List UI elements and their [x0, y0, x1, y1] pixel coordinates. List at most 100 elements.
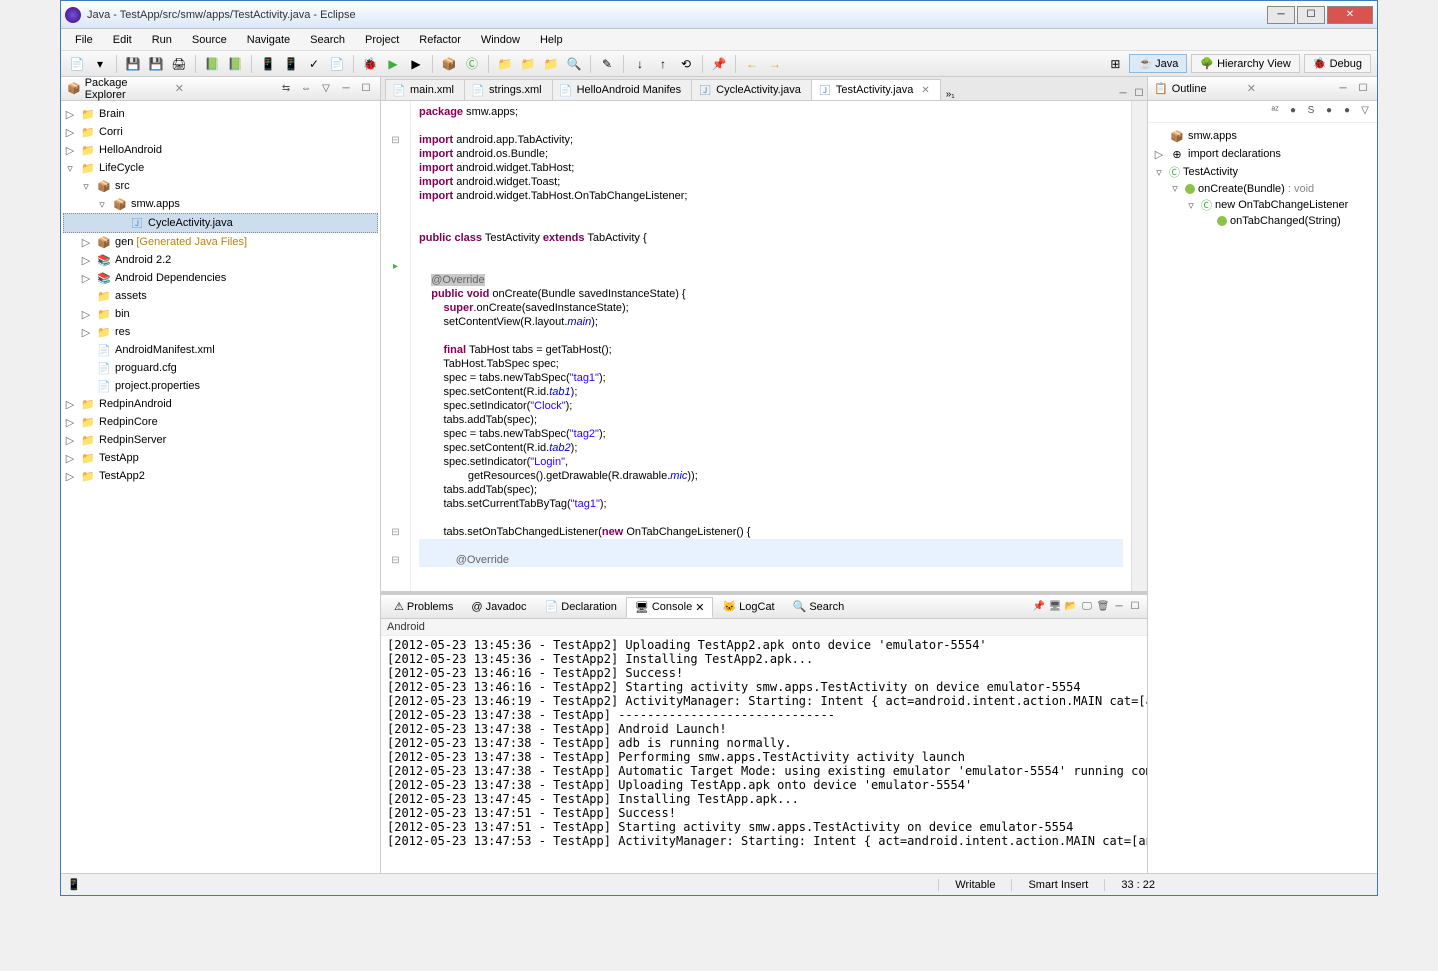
tab-main-xml[interactable]: 📄main.xml [385, 79, 465, 100]
tree-res[interactable]: ▷📁res [63, 323, 378, 341]
tree-redpinandroid[interactable]: ▷📁RedpinAndroid [63, 395, 378, 413]
outline-menu-icon[interactable]: ▽ [1357, 103, 1373, 117]
tab-strings-xml[interactable]: 📄strings.xml [464, 79, 553, 100]
toggle-mark-button[interactable]: ✎ [597, 54, 617, 74]
console-close-icon[interactable]: ✕ [695, 601, 704, 614]
maximize-button[interactable]: ☐ [1297, 6, 1325, 24]
pin-button[interactable]: 📌 [709, 54, 729, 74]
menu-window[interactable]: Window [473, 32, 528, 48]
tab-overflow[interactable]: »₁ [946, 89, 955, 100]
editor-maximize-icon[interactable]: ☐ [1131, 86, 1147, 100]
view-menu-icon[interactable]: ▽ [318, 82, 334, 96]
tree-smwapps[interactable]: ▿📦smw.apps [63, 195, 378, 213]
tree-android22[interactable]: ▷📚Android 2.2 [63, 251, 378, 269]
search-button[interactable]: 🔍 [564, 54, 584, 74]
open-perspective-button[interactable]: ⊞ [1105, 54, 1125, 74]
back-button[interactable]: ← [742, 54, 762, 74]
menu-navigate[interactable]: Navigate [239, 32, 298, 48]
menu-help[interactable]: Help [532, 32, 571, 48]
tab-declaration[interactable]: 📄Declaration [536, 596, 626, 617]
outline-class[interactable]: ▿ⒸTestActivity [1152, 163, 1373, 181]
tree-redpincore[interactable]: ▷📁RedpinCore [63, 413, 378, 431]
editor-scrollbar[interactable] [1131, 101, 1147, 591]
package-tree[interactable]: ▷📁Brain ▷📁Corri ▷📁HelloAndroid ▿📁LifeCyc… [61, 101, 380, 873]
open-resource-button[interactable]: 📁 [541, 54, 561, 74]
tab-search[interactable]: 🔍Search [784, 596, 854, 617]
debug-button[interactable]: 🐞 [360, 54, 380, 74]
close-button[interactable]: ✕ [1327, 6, 1373, 24]
outline-oncreate[interactable]: ▿onCreate(Bundle): void [1152, 181, 1373, 196]
console-display-icon[interactable]: 🖥 [1047, 600, 1063, 614]
build-all-button[interactable]: 📗 [225, 54, 245, 74]
console-clear-icon[interactable]: 🗑 [1095, 600, 1111, 614]
build-button[interactable]: 📗 [202, 54, 222, 74]
new-package-button[interactable]: 📦 [439, 54, 459, 74]
bottom-minimize-icon[interactable]: ─ [1111, 600, 1127, 614]
menu-source[interactable]: Source [184, 32, 235, 48]
menu-run[interactable]: Run [144, 32, 180, 48]
tree-lifecycle[interactable]: ▿📁LifeCycle [63, 159, 378, 177]
new-android-button[interactable]: 📄 [327, 54, 347, 74]
new-class-button[interactable]: Ⓒ [462, 54, 482, 74]
code-editor[interactable]: ⊟ ▸ ⊟ ⊟ package smw.apps; import android… [381, 101, 1147, 591]
tree-bin[interactable]: ▷📁bin [63, 305, 378, 323]
tree-redpinserver[interactable]: ▷📁RedpinServer [63, 431, 378, 449]
outline-ontabchanged[interactable]: onTabChanged(String) [1152, 214, 1373, 228]
tab-cycleactivity[interactable]: 🄹CycleActivity.java [691, 79, 812, 100]
last-edit-button[interactable]: ⟲ [676, 54, 696, 74]
tree-projprop[interactable]: 📄project.properties [63, 377, 378, 395]
tree-manifest[interactable]: 📄AndroidManifest.xml [63, 341, 378, 359]
maximize-view-icon[interactable]: ☐ [358, 82, 374, 96]
open-type-button[interactable]: 📁 [495, 54, 515, 74]
menu-search[interactable]: Search [302, 32, 353, 48]
perspective-debug[interactable]: 🐞Debug [1304, 54, 1371, 73]
new-dropdown[interactable]: ▾ [90, 54, 110, 74]
run-button[interactable]: ▶ [383, 54, 403, 74]
outline-newlistener[interactable]: ▿Ⓒnew OnTabChangeListener [1152, 196, 1373, 214]
link-editor-icon[interactable]: ⇔ [298, 82, 314, 96]
console-open-icon[interactable]: 📂 [1063, 600, 1079, 614]
perspective-java[interactable]: ☕Java [1129, 54, 1187, 73]
run-last-button[interactable]: ▶ [406, 54, 426, 74]
tab-logcat[interactable]: 🐱LogCat [713, 596, 783, 617]
tree-brain[interactable]: ▷📁Brain [63, 105, 378, 123]
outline-maximize-icon[interactable]: ☐ [1355, 82, 1371, 96]
save-all-button[interactable]: 💾 [146, 54, 166, 74]
android-sdk-button[interactable]: 📱 [258, 54, 278, 74]
minimize-view-icon[interactable]: ─ [338, 82, 354, 96]
tab-hello-manifest[interactable]: 📄HelloAndroid Manifes [552, 79, 693, 100]
console-output[interactable]: [2012-05-23 13:45:36 - TestApp2] Uploadi… [381, 636, 1147, 873]
editor-minimize-icon[interactable]: ─ [1115, 86, 1131, 100]
menu-file[interactable]: File [67, 32, 101, 48]
tree-testapp2[interactable]: ▷📁TestApp2 [63, 467, 378, 485]
next-annotation-button[interactable]: ↓ [630, 54, 650, 74]
forward-button[interactable]: → [765, 54, 785, 74]
tree-gen[interactable]: ▷📦gen [Generated Java Files] [63, 233, 378, 251]
outline-imports[interactable]: ▷⊕import declarations [1152, 145, 1373, 163]
tree-assets[interactable]: 📁assets [63, 287, 378, 305]
outline-sort-icon[interactable]: ᵃᶻ [1267, 103, 1283, 117]
tree-corri[interactable]: ▷📁Corri [63, 123, 378, 141]
status-launch-icon[interactable]: 📱 [67, 878, 81, 891]
tree-proguard[interactable]: 📄proguard.cfg [63, 359, 378, 377]
tree-androiddep[interactable]: ▷📚Android Dependencies [63, 269, 378, 287]
tab-problems[interactable]: ⚠Problems [385, 596, 462, 617]
outline-close-icon[interactable]: ✕ [1247, 82, 1256, 95]
tree-hello[interactable]: ▷📁HelloAndroid [63, 141, 378, 159]
outline-hide-fields-icon[interactable]: ● [1285, 103, 1301, 117]
close-view-icon[interactable]: ✕ [175, 82, 184, 95]
outline-tree[interactable]: 📦smw.apps ▷⊕import declarations ▿ⒸTestAc… [1148, 123, 1377, 873]
outline-hide-static-icon[interactable]: S [1303, 103, 1319, 117]
tree-testapp[interactable]: ▷📁TestApp [63, 449, 378, 467]
minimize-button[interactable]: ─ [1267, 6, 1295, 24]
outline-hide-nonpublic-icon[interactable]: ● [1321, 103, 1337, 117]
bottom-maximize-icon[interactable]: ☐ [1127, 600, 1143, 614]
lint-button[interactable]: ✓ [304, 54, 324, 74]
code-content[interactable]: package smw.apps; import android.app.Tab… [411, 101, 1131, 591]
avd-button[interactable]: 📱 [281, 54, 301, 74]
outline-package[interactable]: 📦smw.apps [1152, 127, 1373, 145]
outline-minimize-icon[interactable]: ─ [1335, 82, 1351, 96]
tab-console[interactable]: 🖥Console✕ [626, 597, 714, 618]
tab-javadoc[interactable]: @ Javadoc [462, 597, 535, 617]
menu-project[interactable]: Project [357, 32, 407, 48]
